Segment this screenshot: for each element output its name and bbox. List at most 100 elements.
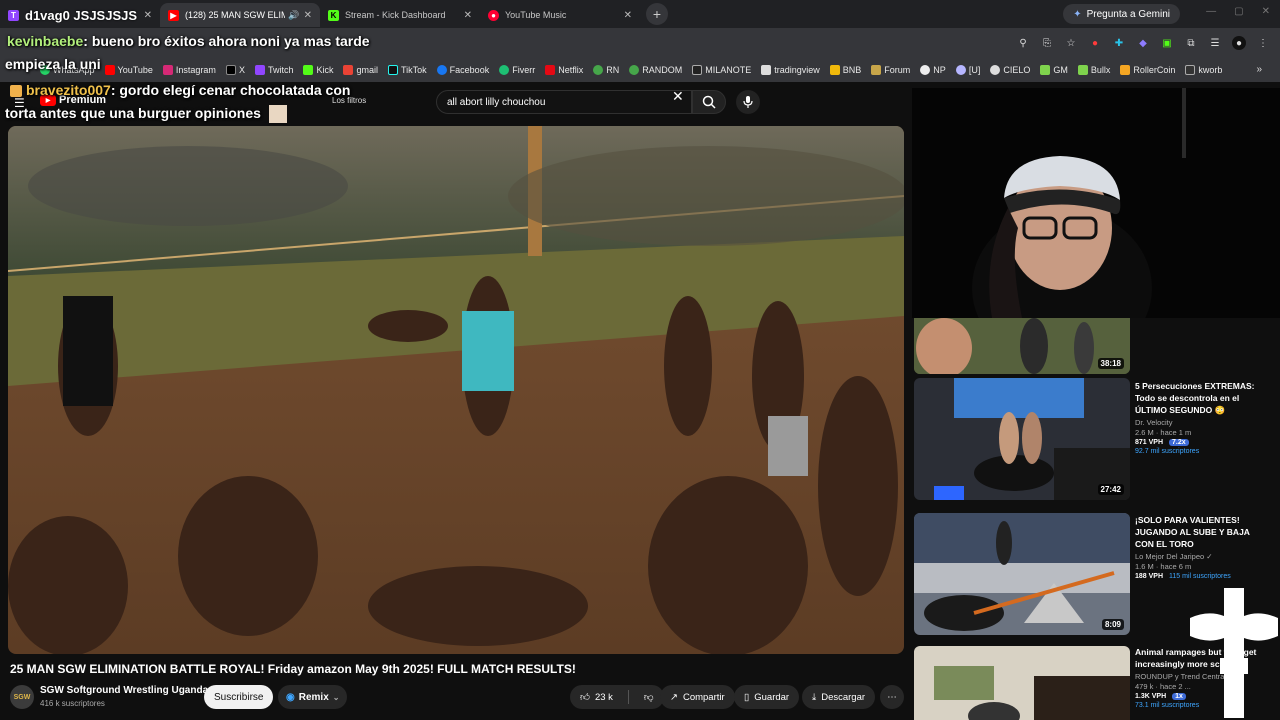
more-actions-button[interactable]: ⋯ <box>880 685 904 709</box>
chat-badge-icon <box>10 85 22 98</box>
search-button[interactable] <box>692 90 726 114</box>
bookmark-facebook[interactable]: Facebook <box>436 65 489 75</box>
cast-icon[interactable]: ⎘ <box>1040 36 1054 50</box>
bookmark-rn[interactable]: RN <box>593 65 619 75</box>
bookmark-forum[interactable]: Forum <box>871 65 910 75</box>
star-icon[interactable]: ☆ <box>1064 36 1078 50</box>
share-button[interactable]: ↗ Compartir <box>660 685 735 709</box>
tab-title: (128) 25 MAN SGW ELIMIN <box>185 10 286 20</box>
recommendation-channel[interactable]: Lo Mejor Del Jaripeo ✓ <box>1135 552 1270 561</box>
like-button[interactable]: 👍︎ 23 k <box>570 691 623 704</box>
puzzle-icon[interactable]: ⧉ <box>1184 36 1198 50</box>
close-icon[interactable]: ✕ <box>464 10 472 21</box>
recommendation-thumbnail[interactable]: 8:09 <box>914 513 1130 635</box>
bookmark-icon: ▯ <box>744 691 750 703</box>
bnb-icon <box>829 65 840 75</box>
download-button[interactable]: ⤓ Descargar <box>802 685 876 709</box>
close-window-button[interactable]: ✕ <box>1262 6 1270 17</box>
gm-icon <box>1040 65 1051 75</box>
chevron-right-icon[interactable]: » <box>1256 64 1262 75</box>
speaker-icon[interactable]: 🔊 <box>288 10 299 21</box>
tab-title: d1vag0 JSJSJSJS <box>25 7 138 23</box>
channel-name[interactable]: SGW Softground Wrestling Uganda <box>40 685 208 696</box>
tab-youtube-music[interactable]: ● YouTube Music ✕ <box>480 3 640 27</box>
multiplier-badge: 1x <box>1172 693 1186 700</box>
close-icon[interactable]: ✕ <box>624 10 632 21</box>
ask-gemini-button[interactable]: ✦ Pregunta a Gemini <box>1063 4 1180 24</box>
bookmark-fiverr[interactable]: Fiverr <box>499 65 535 75</box>
record-extension-icon[interactable]: ● <box>1088 36 1102 50</box>
twitch-icon: T <box>8 9 19 21</box>
bookmark-kworb[interactable]: kworb <box>1185 65 1222 75</box>
bookmark-u[interactable]: [U] <box>955 65 980 75</box>
streamer-webcam-feed <box>912 88 1280 318</box>
bookmark-bnb[interactable]: BNB <box>829 65 861 75</box>
extension-icon[interactable]: ✚ <box>1112 36 1126 50</box>
recommendation-thumbnail[interactable]: 38:18 <box>914 318 1130 374</box>
minimize-button[interactable]: — <box>1206 6 1216 17</box>
bookmark-kick[interactable]: Kick <box>303 65 333 75</box>
save-button[interactable]: ▯ Guardar <box>734 685 800 709</box>
recommendation-title[interactable]: ¡SOLO PARA VALIENTES! JUGANDO AL SUBE Y … <box>1135 514 1270 550</box>
recommendation-title[interactable]: 5 Persecuciones EXTREMAS: Todo se descon… <box>1135 380 1270 416</box>
download-label: Descargar <box>821 691 866 703</box>
voice-search-button[interactable] <box>736 90 760 114</box>
download-icon: ⤓ <box>812 691 817 703</box>
channel-subscriber-count: 416 k suscriptores <box>40 699 105 708</box>
maximize-button[interactable]: ▢ <box>1234 6 1243 17</box>
subscriber-count: 92.7 mil suscriptores <box>1135 448 1200 455</box>
search-icon <box>702 95 716 109</box>
zoom-icon[interactable]: ⚲ <box>1016 36 1030 50</box>
kebab-menu-icon[interactable]: ⋮ <box>1256 36 1270 50</box>
video-title: 25 MAN SGW ELIMINATION BATTLE ROYAL! Fri… <box>10 662 576 676</box>
new-tab-button[interactable]: + <box>646 3 668 25</box>
recommendation-thumbnail[interactable] <box>914 646 1130 720</box>
recommendation-thumbnail[interactable]: 27:42 <box>914 378 1130 500</box>
reading-list-icon[interactable]: ☰ <box>1208 36 1222 50</box>
tab-twitch[interactable]: T d1vag0 JSJSJSJS ✕ <box>0 3 160 27</box>
bookmark-youtube[interactable]: YouTube <box>104 65 153 75</box>
subscribe-button[interactable]: Suscribirse <box>204 685 274 709</box>
bookmark-tiktok[interactable]: TikTok <box>388 65 427 75</box>
profile-avatar[interactable]: ● <box>1232 36 1246 50</box>
vph-badge: 1.3K VPH <box>1135 693 1167 700</box>
extension-icon[interactable]: ◆ <box>1136 36 1150 50</box>
channel-avatar[interactable]: SGW <box>10 685 34 709</box>
bookmark-bullx[interactable]: Bullx <box>1077 65 1110 75</box>
bookmark-milanote[interactable]: MILANOTE <box>692 65 751 75</box>
tab-youtube-video[interactable]: ▶ (128) 25 MAN SGW ELIMIN 🔊 ✕ <box>160 3 320 27</box>
youtube-icon <box>104 65 115 75</box>
remix-icon: ◉ <box>286 691 295 703</box>
tab-title: Stream - Kick Dashboard <box>345 10 446 20</box>
bookmark-tradingview[interactable]: tradingview <box>761 65 820 75</box>
bookmark-cielo[interactable]: CIELO <box>990 65 1030 75</box>
bookmark-netflix[interactable]: Netflix <box>545 65 583 75</box>
bookmark-gmail[interactable]: gmail <box>343 65 378 75</box>
milanote-icon <box>692 65 703 75</box>
window-controls: — ▢ ✕ <box>1206 6 1270 17</box>
bookmark-instagram[interactable]: Instagram <box>162 65 216 75</box>
cielo-icon <box>990 65 1001 75</box>
close-icon[interactable]: ✕ <box>144 10 152 21</box>
recommendation-channel[interactable]: Dr. Velocity <box>1135 418 1270 427</box>
chat-text: : gordo elegí cenar chocolatada con <box>110 82 351 98</box>
facebook-icon <box>436 65 447 75</box>
bookmark-rollercoin[interactable]: RollerCoin <box>1120 65 1175 75</box>
bookmark-random[interactable]: RANDOM <box>629 65 682 75</box>
recommendation-subs-row: 92.7 mil suscriptores <box>1135 448 1270 455</box>
chat-text: : bueno bro éxitos ahora noni ya mas tar… <box>83 33 370 49</box>
video-player[interactable] <box>8 126 904 654</box>
bookmark-np[interactable]: NP <box>920 65 946 75</box>
thumbnail-image <box>914 646 1130 720</box>
close-icon[interactable]: ✕ <box>304 10 312 21</box>
clear-search-icon[interactable]: ✕ <box>672 88 684 105</box>
extension-icon[interactable]: ▣ <box>1160 36 1174 50</box>
remix-button[interactable]: ◉ Remix ⌄ <box>278 685 348 709</box>
tab-kick[interactable]: K Stream - Kick Dashboard ✕ <box>320 3 480 27</box>
bookmark-twitch[interactable]: Twitch <box>254 65 293 75</box>
bookmark-x[interactable]: X <box>225 65 245 75</box>
search-input[interactable]: all abort lilly chouchou <box>436 90 692 114</box>
bookmark-gm[interactable]: GM <box>1040 65 1068 75</box>
vph-badge: 188 VPH <box>1135 573 1164 580</box>
webcam-overlay <box>912 88 1280 318</box>
